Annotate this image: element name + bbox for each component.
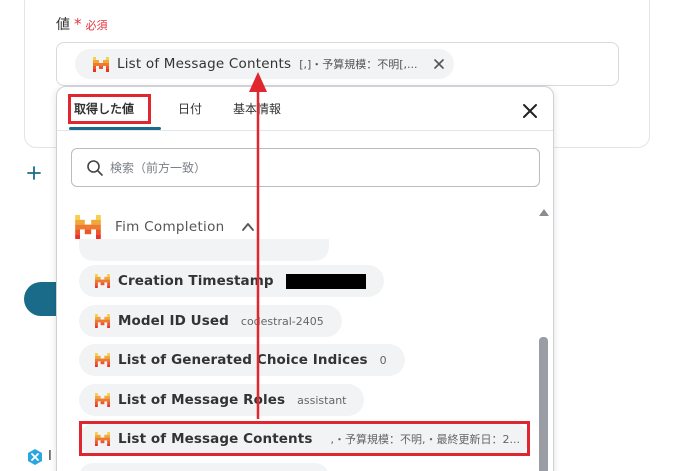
scrollbar-thumb[interactable] bbox=[539, 337, 548, 471]
selected-chip-value: [,]・予算規模：不明[,... bbox=[299, 58, 418, 71]
search-box[interactable] bbox=[71, 148, 540, 187]
list-item-choice-indices[interactable]: List of Generated Choice Indices 0 bbox=[79, 344, 405, 376]
active-tab-indicator bbox=[69, 127, 161, 130]
search-input[interactable] bbox=[110, 160, 510, 175]
app-badge-icon bbox=[28, 449, 42, 465]
item-label: Model ID Used bbox=[118, 313, 229, 329]
selected-chip-label: List of Message Contents bbox=[117, 56, 292, 72]
mistral-logo-icon bbox=[95, 353, 110, 367]
mistral-logo-icon bbox=[95, 274, 110, 288]
screen: 値 * 必須 List of Message Contents [,]・予算規模… bbox=[0, 0, 684, 471]
tab-date[interactable]: 日付 bbox=[178, 100, 202, 117]
field-label-text: 値 bbox=[56, 17, 70, 33]
list-item-creation-timestamp[interactable]: Creation Timestamp bbox=[79, 265, 384, 297]
background-text: I bbox=[48, 449, 52, 464]
item-value: codestral-2405 bbox=[240, 314, 324, 328]
selected-value-chip[interactable]: List of Message Contents [,]・予算規模：不明[,..… bbox=[75, 49, 454, 79]
scroll-up-icon[interactable] bbox=[539, 208, 549, 216]
mistral-logo-icon bbox=[95, 393, 110, 407]
highlight-box-tab bbox=[68, 94, 151, 124]
list-item-partial bbox=[79, 463, 329, 471]
value-picker-popup: 取得した値 日付 基本情報 Fim Completion bbox=[56, 86, 554, 471]
required-star: * bbox=[74, 15, 82, 33]
field-label: 値 * 必須 bbox=[56, 14, 108, 34]
list-item-message-roles[interactable]: List of Message Roles assistant bbox=[79, 384, 365, 416]
mistral-logo-icon bbox=[93, 56, 109, 72]
chevron-up-icon[interactable] bbox=[241, 220, 255, 234]
item-label: List of Message Roles bbox=[118, 392, 286, 408]
redacted-value bbox=[285, 273, 366, 289]
item-label: List of Generated Choice Indices bbox=[118, 352, 368, 368]
list-item-model-id[interactable]: Model ID Used codestral-2405 bbox=[79, 305, 342, 337]
tab-basic-info[interactable]: 基本情報 bbox=[233, 100, 281, 117]
section-title: Fim Completion bbox=[115, 219, 225, 235]
list-item-partial bbox=[79, 239, 329, 261]
mistral-logo-icon bbox=[75, 215, 101, 239]
mistral-logo-icon bbox=[95, 314, 110, 328]
search-icon bbox=[87, 159, 103, 176]
highlight-box-row bbox=[79, 421, 530, 456]
item-value: 0 bbox=[379, 353, 387, 367]
required-text: 必須 bbox=[85, 19, 108, 32]
item-label: Creation Timestamp bbox=[118, 273, 274, 289]
section-header[interactable]: Fim Completion bbox=[75, 215, 255, 239]
remove-chip-icon[interactable] bbox=[432, 57, 446, 71]
add-icon[interactable] bbox=[26, 165, 42, 181]
close-icon[interactable] bbox=[520, 101, 540, 121]
item-value: assistant bbox=[297, 393, 347, 407]
